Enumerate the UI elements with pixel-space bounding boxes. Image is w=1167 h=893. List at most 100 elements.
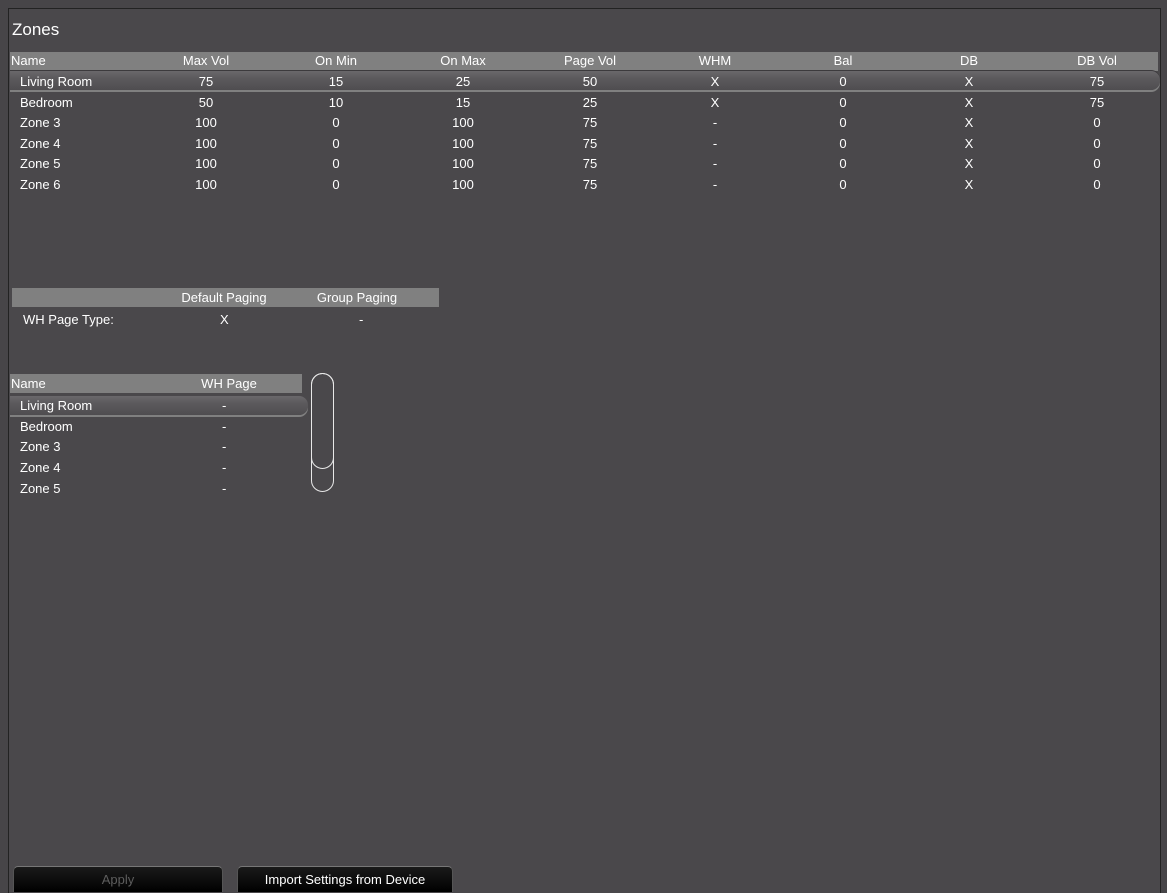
- zone-name-cell: Zone 3: [20, 439, 61, 455]
- column-header-on-min[interactable]: On Min: [315, 52, 357, 70]
- table-cell[interactable]: 0: [332, 135, 339, 153]
- wh-page-cell[interactable]: -: [222, 418, 226, 436]
- default-paging-value[interactable]: X: [220, 311, 229, 329]
- table-cell[interactable]: 75: [583, 155, 597, 173]
- table-cell[interactable]: 100: [195, 135, 217, 153]
- column-header-name[interactable]: Name: [11, 52, 46, 70]
- table-cell[interactable]: 0: [332, 176, 339, 194]
- column-header-default-paging: Default Paging: [181, 290, 267, 305]
- page-title: Zones: [12, 20, 60, 39]
- table-row[interactable]: Zone 4 -: [10, 459, 308, 479]
- table-cell[interactable]: 100: [195, 176, 217, 194]
- zone-name-cell: Zone 5: [20, 156, 61, 172]
- group-paging-value[interactable]: -: [359, 311, 363, 329]
- table-cell[interactable]: 75: [1090, 94, 1104, 112]
- table-row[interactable]: Living Room 75 15 25 50 X 0 X 75: [10, 71, 1160, 92]
- zones-table-header: Name Max Vol On Min On Max Page Vol WHM …: [10, 52, 1158, 71]
- table-cell[interactable]: 0: [839, 94, 846, 112]
- column-header-whm[interactable]: WHM: [699, 52, 732, 70]
- column-header-db-vol[interactable]: DB Vol: [1077, 52, 1117, 70]
- table-row[interactable]: Bedroom 50 10 15 25 X 0 X 75: [10, 93, 1158, 113]
- column-header-on-max[interactable]: On Max: [440, 52, 486, 70]
- zone-name-cell: Zone 3: [20, 115, 61, 131]
- table-cell[interactable]: 0: [1093, 114, 1100, 132]
- column-header-max-vol[interactable]: Max Vol: [183, 52, 229, 70]
- table-cell[interactable]: X: [711, 73, 720, 91]
- zone-name-cell: Living Room: [20, 74, 93, 89]
- wh-page-type-label: WH Page Type:: [23, 312, 114, 327]
- wh-page-table-header: Name WH Page: [10, 374, 302, 393]
- wh-page-scrollbar[interactable]: [311, 373, 334, 492]
- table-cell[interactable]: 0: [839, 155, 846, 173]
- table-cell[interactable]: 100: [452, 114, 474, 132]
- table-cell[interactable]: 50: [583, 73, 597, 91]
- table-cell[interactable]: 100: [452, 135, 474, 153]
- column-header-wh-page[interactable]: WH Page: [201, 375, 257, 393]
- table-cell[interactable]: 15: [456, 94, 470, 112]
- wh-page-cell[interactable]: -: [222, 459, 226, 477]
- table-cell[interactable]: X: [965, 94, 974, 112]
- table-cell[interactable]: X: [965, 135, 974, 153]
- table-row[interactable]: Zone 5 -: [10, 480, 308, 500]
- table-cell[interactable]: 0: [839, 114, 846, 132]
- table-cell[interactable]: 75: [583, 135, 597, 153]
- table-row[interactable]: Living Room -: [10, 396, 308, 417]
- column-header-group-paging: Group Paging: [316, 290, 398, 305]
- wh-page-type-row[interactable]: WH Page Type: X -: [12, 310, 439, 330]
- table-cell[interactable]: -: [713, 135, 717, 153]
- table-cell[interactable]: 0: [1093, 155, 1100, 173]
- table-cell[interactable]: 0: [332, 114, 339, 132]
- table-cell[interactable]: -: [713, 155, 717, 173]
- table-cell[interactable]: -: [713, 114, 717, 132]
- wh-page-cell[interactable]: -: [222, 480, 226, 498]
- table-row[interactable]: Bedroom -: [10, 418, 308, 438]
- table-cell[interactable]: 0: [332, 155, 339, 173]
- zone-name-cell: Zone 4: [20, 460, 61, 476]
- zone-name-cell: Bedroom: [20, 418, 73, 434]
- paging-table-header: Default Paging Group Paging: [12, 288, 439, 307]
- table-row[interactable]: Zone 3 100 0 100 75 - 0 X 0: [10, 113, 1158, 133]
- table-cell[interactable]: 75: [1090, 73, 1104, 91]
- table-row[interactable]: Zone 4 100 0 100 75 - 0 X 0: [10, 134, 1158, 154]
- table-row[interactable]: Zone 3 -: [10, 438, 308, 458]
- table-cell[interactable]: 10: [329, 94, 343, 112]
- table-cell[interactable]: 75: [583, 114, 597, 132]
- apply-button[interactable]: Apply: [13, 866, 223, 892]
- table-cell[interactable]: X: [965, 73, 974, 91]
- column-header-page-vol[interactable]: Page Vol: [564, 52, 616, 70]
- zone-name-cell: Living Room: [20, 398, 93, 413]
- table-row[interactable]: Zone 5 100 0 100 75 - 0 X 0: [10, 154, 1158, 174]
- table-cell[interactable]: 100: [195, 155, 217, 173]
- zone-name-cell: Zone 4: [20, 135, 61, 151]
- table-cell[interactable]: X: [965, 176, 974, 194]
- scrollbar-thumb[interactable]: [311, 373, 334, 469]
- wh-page-cell[interactable]: -: [222, 397, 226, 415]
- zone-name-cell: Zone 6: [20, 177, 61, 192]
- table-cell[interactable]: 100: [195, 114, 217, 132]
- table-cell[interactable]: 25: [456, 73, 470, 91]
- table-cell[interactable]: 75: [583, 176, 597, 194]
- table-cell[interactable]: 25: [583, 94, 597, 112]
- import-settings-button[interactable]: Import Settings from Device: [237, 866, 453, 892]
- table-cell[interactable]: X: [965, 155, 974, 173]
- column-header-name[interactable]: Name: [11, 375, 46, 393]
- table-cell[interactable]: 100: [452, 176, 474, 194]
- table-cell[interactable]: 15: [329, 73, 343, 91]
- table-cell[interactable]: 50: [199, 94, 213, 112]
- table-cell[interactable]: -: [713, 176, 717, 194]
- table-row[interactable]: Zone 6 100 0 100 75 - 0 X 0: [10, 175, 1158, 195]
- table-cell[interactable]: 0: [839, 176, 846, 194]
- table-cell[interactable]: 100: [452, 155, 474, 173]
- wh-page-cell[interactable]: -: [222, 438, 226, 456]
- column-header-bal[interactable]: Bal: [834, 52, 853, 70]
- table-cell[interactable]: 75: [199, 73, 213, 91]
- table-cell[interactable]: 0: [839, 135, 846, 153]
- table-cell[interactable]: X: [711, 94, 720, 112]
- table-cell[interactable]: 0: [1093, 176, 1100, 194]
- zone-name-cell: Bedroom: [20, 94, 73, 110]
- table-cell[interactable]: X: [965, 114, 974, 132]
- column-header-db[interactable]: DB: [960, 52, 978, 70]
- table-cell[interactable]: 0: [1093, 135, 1100, 153]
- table-cell[interactable]: 0: [839, 73, 846, 91]
- zone-name-cell: Zone 5: [20, 480, 61, 496]
